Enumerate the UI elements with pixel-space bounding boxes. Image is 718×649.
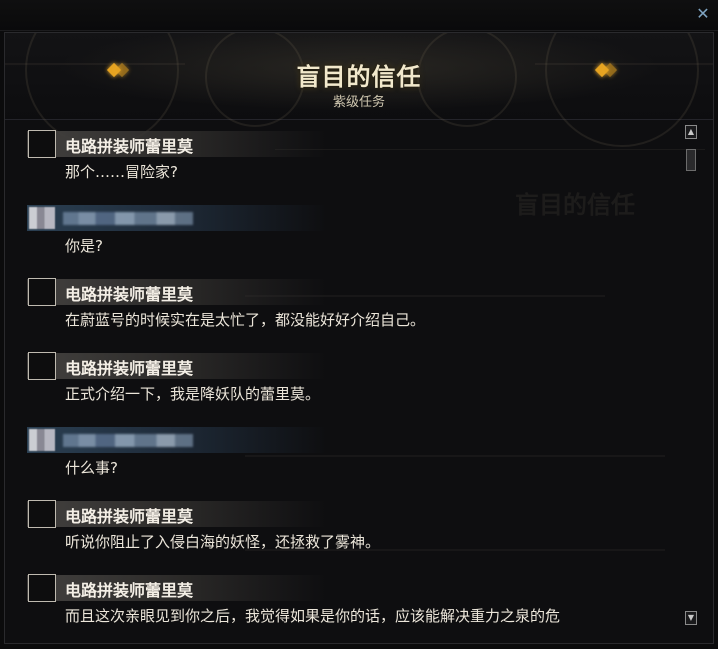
window-titlebar: ✕ xyxy=(0,0,718,31)
dialog-list[interactable]: 电路拼装师蕾里莫 那个……冒险家? 你是? 电路拼装师蕾里莫 在蔚蓝号的时候实在… xyxy=(27,125,683,643)
dialog-line: 正式介绍一下，我是降妖队的蕾里莫。 xyxy=(65,385,321,403)
close-button[interactable]: ✕ xyxy=(694,5,712,23)
quest-dialog-panel: 盲目的信任 紫级任务 盲目的信任 电路拼装师蕾里莫 那个……冒险家? 你是? 电… xyxy=(4,32,714,644)
scroll-thumb[interactable] xyxy=(686,149,696,171)
player-name-redacted xyxy=(63,434,193,447)
npc-portrait-frame xyxy=(28,352,56,380)
player-avatar xyxy=(29,207,55,229)
dialog-line: 而且这次亲眼见到你之后，我觉得如果是你的话，应该能解决重力之泉的危 xyxy=(65,607,561,625)
player-name-redacted xyxy=(63,212,193,225)
npc-portrait-frame xyxy=(28,500,56,528)
dialog-scrollbar[interactable]: ▲ ▼ xyxy=(685,125,699,633)
dialog-line: 什么事? xyxy=(65,459,118,477)
dialog-line: 听说你阻止了入侵白海的妖怪，还拯救了雾神。 xyxy=(65,533,381,551)
player-avatar xyxy=(29,429,55,451)
speaker-name: 电路拼装师蕾里莫 xyxy=(65,137,194,156)
quest-header: 盲目的信任 紫级任务 xyxy=(5,33,713,147)
npc-portrait-frame xyxy=(28,278,56,306)
scroll-down-button[interactable]: ▼ xyxy=(685,611,697,625)
quest-title: 盲目的信任 xyxy=(296,62,422,91)
npc-portrait-frame xyxy=(28,130,56,158)
quest-grade: 紫级任务 xyxy=(332,95,385,110)
dialog-line: 在蔚蓝号的时候实在是太忙了，都没能好好介绍自己。 xyxy=(65,311,426,329)
speaker-name: 电路拼装师蕾里莫 xyxy=(65,285,194,304)
speaker-name: 电路拼装师蕾里莫 xyxy=(65,581,194,600)
dialog-line: 你是? xyxy=(65,237,103,255)
npc-portrait-frame xyxy=(28,574,56,602)
dialog-line: 那个……冒险家? xyxy=(65,163,178,181)
speaker-name: 电路拼装师蕾里莫 xyxy=(65,507,194,526)
speaker-name: 电路拼装师蕾里莫 xyxy=(65,359,194,378)
scroll-up-button[interactable]: ▲ xyxy=(685,125,697,139)
